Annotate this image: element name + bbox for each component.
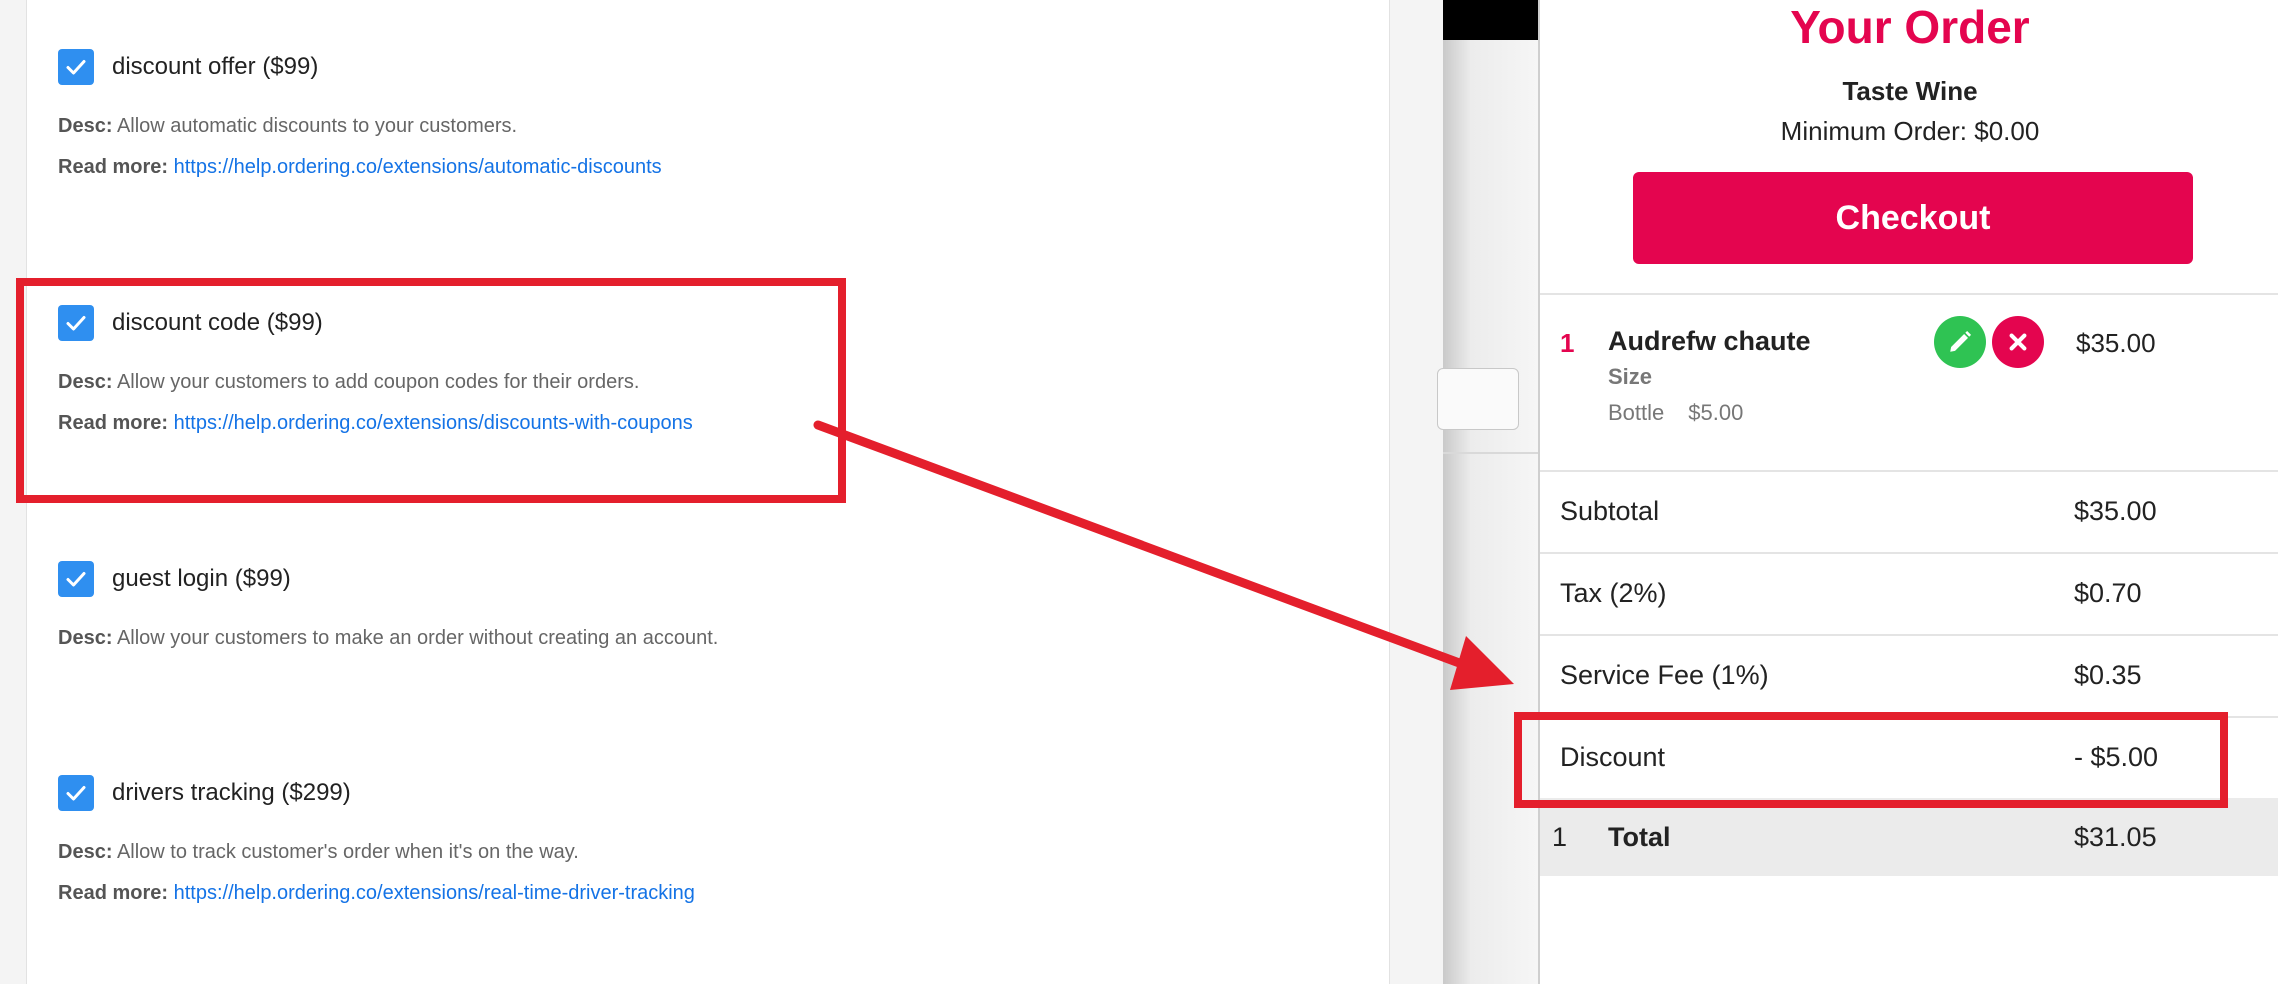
read-more-link[interactable]: https://help.ordering.co/extensions/auto… [174, 156, 662, 178]
summary-value: $0.70 [2074, 578, 2142, 608]
summary-value: $0.35 [2074, 660, 2142, 690]
extension-title: discount offer ($99) [112, 53, 319, 80]
background-divider [1443, 452, 1538, 454]
total-value: $31.05 [2074, 822, 2157, 852]
summary-row-total: 1 Total $31.05 [1540, 798, 2278, 876]
item-option-title: Size [1608, 364, 1653, 389]
extension-title: drivers tracking ($299) [112, 779, 351, 806]
divider [1540, 293, 2278, 295]
close-icon [2009, 333, 2027, 351]
annotation-highlight-discount-row [1514, 712, 2228, 808]
checkout-button[interactable]: Checkout [1633, 172, 2193, 264]
order-panel: Your Order Taste Wine Minimum Order: $0.… [1538, 0, 2278, 984]
background-page-strip [1437, 0, 1538, 984]
summary-row-service-fee: Service Fee (1%) $0.35 [1540, 636, 2278, 716]
remove-item-button[interactable] [1992, 316, 2044, 368]
background-input-field [1437, 368, 1519, 430]
item-option-value: Bottle [1608, 400, 1665, 425]
read-more-link[interactable]: https://help.ordering.co/extensions/real… [174, 882, 695, 904]
item-option-price: $5.00 [1688, 400, 1744, 425]
summary-value: $35.00 [2074, 496, 2157, 526]
extension-discount-offer: discount offer ($99) Desc: Allow automat… [58, 47, 662, 179]
total-count: 1 [1552, 822, 1568, 852]
guest-login-checkbox[interactable] [58, 561, 94, 597]
item-price: $35.00 [2076, 328, 2156, 358]
extension-read-more: Read more: https://help.ordering.co/exte… [58, 882, 695, 904]
edit-item-button[interactable] [1934, 316, 1986, 368]
summary-label: Subtotal [1560, 496, 1660, 526]
total-label: Total [1608, 822, 1671, 852]
check-icon [66, 60, 86, 75]
discount-offer-checkbox[interactable] [58, 49, 94, 85]
summary-row-tax: Tax (2%) $0.70 [1540, 554, 2278, 634]
summary-row-subtotal: Subtotal $35.00 [1540, 472, 2278, 552]
pencil-icon [1950, 330, 1972, 352]
item-name: Audrefw chaute [1608, 326, 1811, 356]
extension-desc: Desc: Allow to track customer's order wh… [58, 841, 579, 863]
summary-label: Tax (2%) [1560, 578, 1667, 608]
extension-drivers-tracking: drivers tracking ($299) Desc: Allow to t… [58, 773, 695, 905]
extension-desc: Desc: Allow your customers to make an or… [58, 627, 719, 649]
check-icon [66, 572, 86, 587]
store-name: Taste Wine [1842, 76, 1978, 106]
annotation-highlight-discount-code [16, 278, 846, 503]
check-icon [66, 786, 86, 801]
minimum-order: Minimum Order: $0.00 [1780, 116, 2040, 146]
extension-title: guest login ($99) [112, 565, 291, 592]
extension-desc: Desc: Allow automatic discounts to your … [58, 115, 518, 137]
item-option: Bottle $5.00 [1608, 400, 1743, 426]
item-quantity: 1 [1560, 328, 1575, 358]
extension-guest-login: guest login ($99) Desc: Allow your custo… [58, 559, 718, 650]
order-title: Your Order [1790, 1, 2030, 53]
summary-label: Service Fee (1%) [1560, 660, 1769, 690]
drivers-tracking-checkbox[interactable] [58, 775, 94, 811]
extension-read-more: Read more: https://help.ordering.co/exte… [58, 156, 662, 178]
background-header-bar [1443, 0, 1538, 40]
